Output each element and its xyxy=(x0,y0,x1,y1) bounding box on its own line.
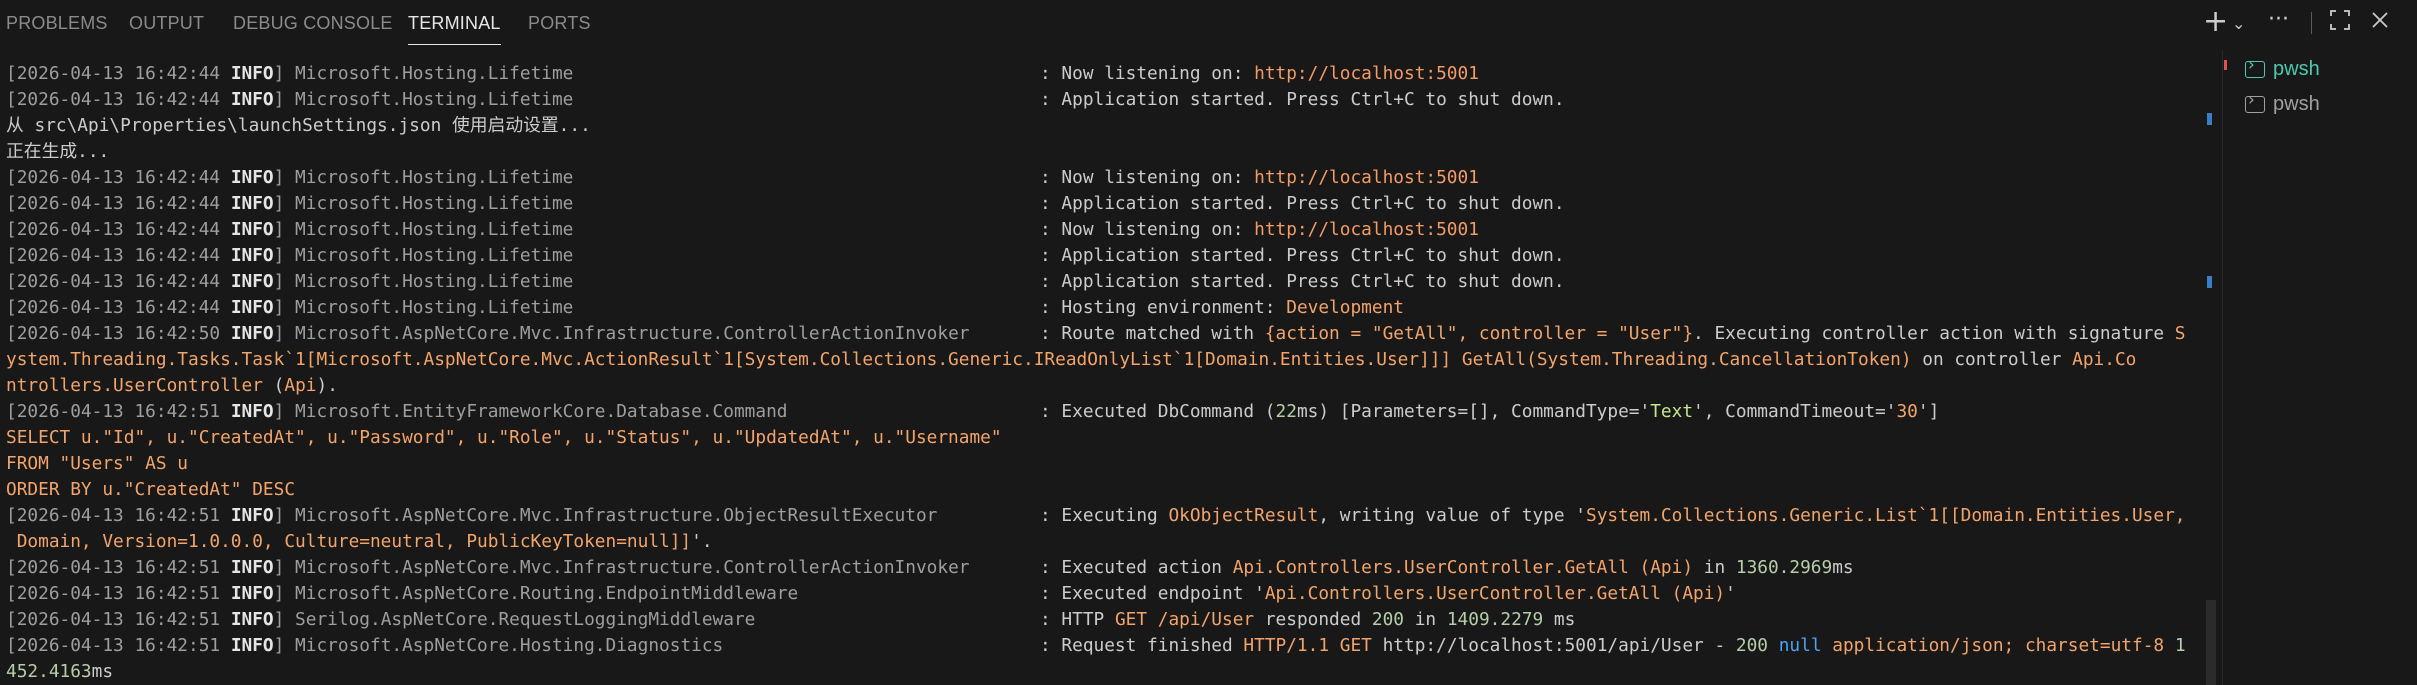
ellipsis-icon[interactable]: ··· xyxy=(2268,6,2289,34)
log-line: [2026-04-13 16:42:51 INFO] Serilog.AspNe… xyxy=(6,609,1576,630)
log-line: [2026-04-13 16:42:51 INFO] Microsoft.Asp… xyxy=(6,635,2186,656)
log-line: 正在生成... xyxy=(6,141,110,162)
log-line: [2026-04-13 16:42:51 INFO] Microsoft.Ent… xyxy=(6,401,1940,422)
tab-debug-console[interactable]: DEBUG CONSOLE xyxy=(233,13,393,34)
log-line: [2026-04-13 16:42:51 INFO] Microsoft.Asp… xyxy=(6,505,2186,526)
panel-header: PROBLEMS OUTPUT DEBUG CONSOLE TERMINAL P… xyxy=(0,0,2417,50)
log-line: [2026-04-13 16:42:50 INFO] Microsoft.Asp… xyxy=(6,323,2186,344)
log-line: ystem.Threading.Tasks.Task`1[Microsoft.A… xyxy=(6,349,2137,370)
log-line: ORDER BY u."CreatedAt" DESC xyxy=(6,479,296,500)
terminal-session-pwsh-2[interactable]: pwsh xyxy=(2245,89,2320,119)
terminal-output[interactable]: [2026-04-13 16:42:44 INFO] Microsoft.Hos… xyxy=(6,61,2206,685)
terminal-icon xyxy=(2245,90,2265,113)
tab-output[interactable]: OUTPUT xyxy=(129,13,204,34)
log-line: [2026-04-13 16:42:44 INFO] Microsoft.Hos… xyxy=(6,245,1565,266)
tab-problems[interactable]: PROBLEMS xyxy=(6,13,108,34)
scroll-marker xyxy=(2207,276,2212,288)
log-line: [2026-04-13 16:42:51 INFO] Microsoft.Asp… xyxy=(6,557,1854,578)
log-line: [2026-04-13 16:42:44 INFO] Microsoft.Hos… xyxy=(6,89,1565,110)
log-line: [2026-04-13 16:42:44 INFO] Microsoft.Hos… xyxy=(6,63,1479,84)
close-icon[interactable] xyxy=(2370,8,2390,36)
log-line: [2026-04-13 16:42:51 INFO] Microsoft.Asp… xyxy=(6,583,1736,604)
header-divider xyxy=(2311,12,2312,34)
session-label: pwsh xyxy=(2273,57,2320,80)
log-line: 452.4163ms xyxy=(6,661,114,682)
log-line: [2026-04-13 16:42:44 INFO] Microsoft.Hos… xyxy=(6,297,1404,318)
scroll-marker xyxy=(2207,113,2212,125)
log-line: ntrollers.UserController (Api). xyxy=(6,375,338,396)
scrollbar[interactable] xyxy=(2206,600,2216,685)
log-line: Domain, Version=1.0.0.0, Culture=neutral… xyxy=(6,531,713,552)
log-line: SELECT u."Id", u."CreatedAt", u."Passwor… xyxy=(6,427,1002,448)
tab-terminal[interactable]: TERMINAL xyxy=(408,13,501,45)
log-line: [2026-04-13 16:42:44 INFO] Microsoft.Hos… xyxy=(6,271,1565,292)
session-label: pwsh xyxy=(2273,92,2320,115)
terminal-session-pwsh-1[interactable]: pwsh xyxy=(2245,54,2320,84)
log-line: [2026-04-13 16:42:44 INFO] Microsoft.Hos… xyxy=(6,219,1479,240)
log-line: FROM "Users" AS u xyxy=(6,453,188,474)
terminal-session-list: pwsh pwsh xyxy=(2222,50,2417,685)
log-line: [2026-04-13 16:42:44 INFO] Microsoft.Hos… xyxy=(6,193,1565,214)
terminal-icon xyxy=(2245,55,2265,78)
active-indicator xyxy=(2224,60,2227,70)
chevron-down-icon[interactable]: ⌄ xyxy=(2232,10,2245,38)
tab-ports[interactable]: PORTS xyxy=(528,13,591,34)
log-line: 从 src\Api\Properties\launchSettings.json… xyxy=(6,115,591,136)
log-line: [2026-04-13 16:42:44 INFO] Microsoft.Hos… xyxy=(6,167,1479,188)
plus-icon[interactable]: + xyxy=(2203,7,2228,37)
maximize-icon[interactable] xyxy=(2330,8,2350,36)
